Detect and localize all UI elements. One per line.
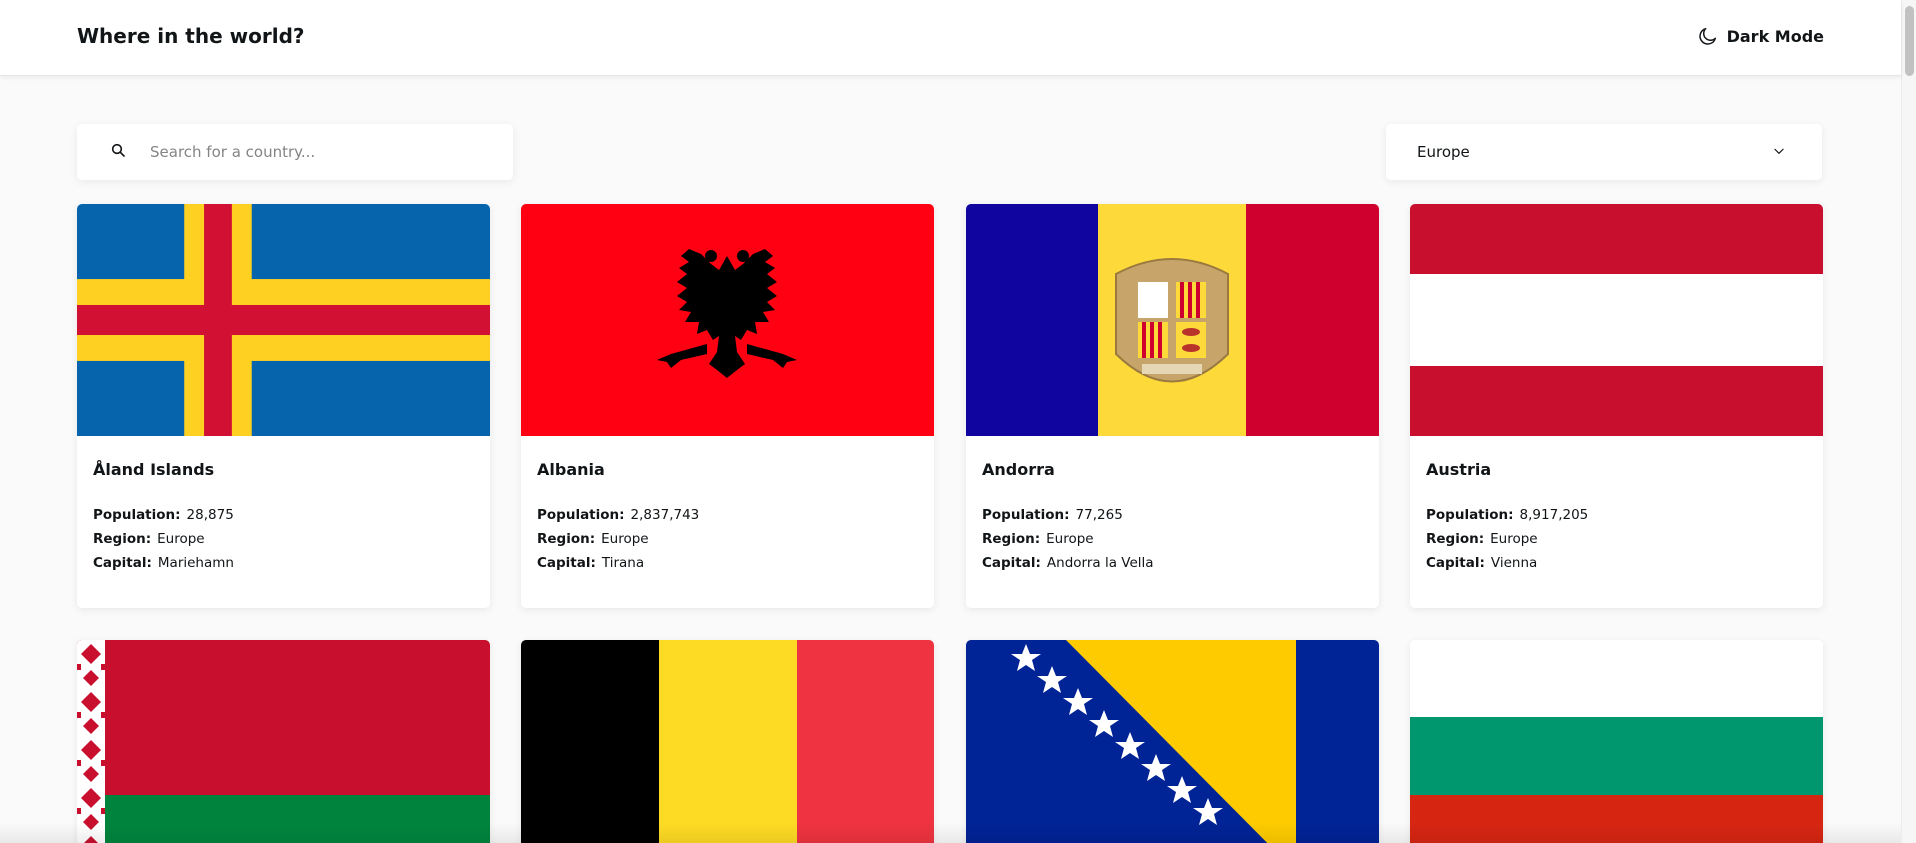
country-name: Andorra (982, 460, 1055, 479)
country-name: Albania (537, 460, 605, 479)
region-label: Region: (537, 531, 596, 547)
dark-mode-toggle[interactable]: Dark Mode (1697, 25, 1824, 47)
page-scrollbar[interactable] (1901, 0, 1916, 843)
scrollbar-thumb[interactable] (1905, 6, 1914, 76)
region-filter-select[interactable]: Europe (1386, 124, 1822, 180)
andorra-coat-of-arms (1115, 258, 1229, 383)
capital-label: Capital: (93, 555, 152, 571)
search-input[interactable] (150, 143, 480, 161)
region-value: Europe (1490, 531, 1538, 547)
region-row: Region: Europe (93, 527, 474, 551)
capital-value: Vienna (1490, 555, 1538, 571)
chevron-down-icon (1772, 143, 1786, 162)
aland-flag (77, 204, 490, 436)
capital-value: Mariehamn (157, 555, 234, 571)
region-row: Region: Europe (982, 527, 1363, 551)
country-card[interactable] (966, 640, 1379, 843)
site-header: Where in the world? Dark Mode (0, 0, 1901, 76)
austria-flag (1410, 204, 1823, 436)
region-value: Europe (601, 531, 649, 547)
region-label: Region: (982, 531, 1041, 547)
region-value: Europe (157, 531, 205, 547)
population-row: Population: 77,265 (982, 503, 1363, 527)
andorra-flag (966, 204, 1379, 436)
population-row: Population: 28,875 (93, 503, 474, 527)
population-label: Population: (982, 507, 1070, 523)
country-name: Austria (1426, 460, 1492, 479)
albania-flag (521, 204, 934, 436)
country-card[interactable]: Åland Islands Population: 28,875 Region: E… (77, 204, 490, 608)
search-icon (77, 142, 126, 162)
population-value: 28,875 (186, 507, 234, 523)
country-card[interactable] (1410, 640, 1823, 843)
country-card[interactable]: Austria Population: 8,917,205 Region: Euro… (1410, 204, 1823, 608)
country-card[interactable] (77, 640, 490, 843)
capital-label: Capital: (1426, 555, 1485, 571)
belgium-flag (521, 640, 934, 843)
capital-label: Capital: (982, 555, 1041, 571)
country-card[interactable]: Andorra Population: 77,265 Region: Europe … (966, 204, 1379, 608)
region-label: Region: (1426, 531, 1485, 547)
belarus-flag (77, 640, 490, 843)
region-filter-value: Europe (1417, 143, 1470, 161)
capital-row: Capital: Vienna (1426, 551, 1807, 575)
capital-value: Tirana (601, 555, 645, 571)
population-value: 8,917,205 (1519, 507, 1589, 523)
population-label: Population: (1426, 507, 1514, 523)
search-box[interactable] (77, 124, 513, 180)
capital-value: Andorra la Vella (1046, 555, 1154, 571)
moon-icon (1697, 25, 1719, 47)
country-card[interactable] (521, 640, 934, 843)
capital-row: Capital: Mariehamn (93, 551, 474, 575)
region-label: Region: (93, 531, 152, 547)
bulgaria-flag (1410, 640, 1823, 843)
country-name: Åland Islands (93, 460, 215, 479)
population-row: Population: 2,837,743 (537, 503, 918, 527)
dark-mode-label: Dark Mode (1726, 26, 1824, 46)
region-row: Region: Europe (537, 527, 918, 551)
country-card[interactable]: Albania Population: 2,837,743 Region: Euro… (521, 204, 934, 608)
app-title: Where in the world? (77, 24, 305, 48)
population-label: Population: (93, 507, 181, 523)
population-label: Population: (537, 507, 625, 523)
region-value: Europe (1046, 531, 1094, 547)
bosnia-flag (966, 640, 1379, 843)
capital-label: Capital: (537, 555, 596, 571)
region-row: Region: Europe (1426, 527, 1807, 551)
population-row: Population: 8,917,205 (1426, 503, 1807, 527)
population-value: 2,837,743 (630, 507, 700, 523)
capital-row: Capital: Tirana (537, 551, 918, 575)
capital-row: Capital: Andorra la Vella (982, 551, 1363, 575)
population-value: 77,265 (1075, 507, 1123, 523)
